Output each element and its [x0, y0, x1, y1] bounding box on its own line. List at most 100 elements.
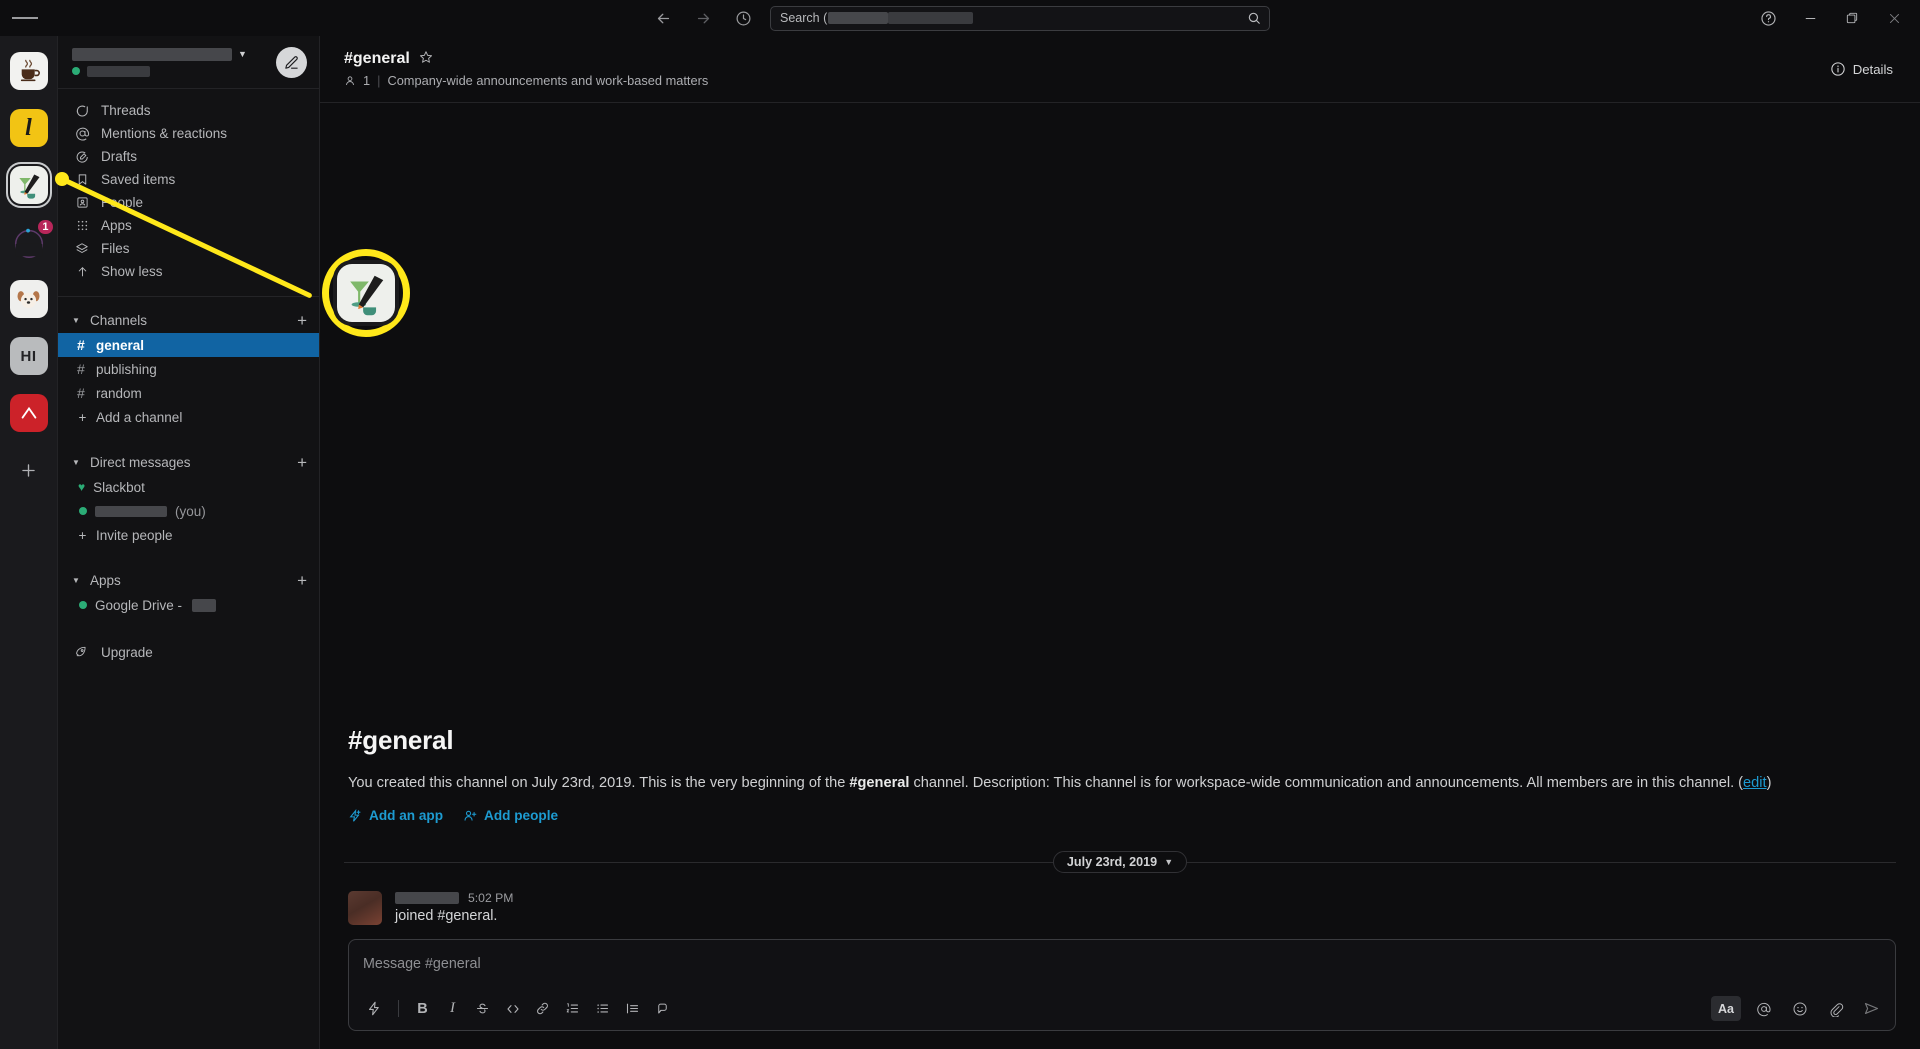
send-icon[interactable] — [1858, 996, 1885, 1021]
files-stack-icon — [74, 242, 90, 256]
heart-icon: ♥ — [78, 480, 85, 494]
intro-action-label: Add an app — [369, 808, 443, 823]
workspace-name-row[interactable]: ▼ — [72, 48, 276, 61]
workspace-icon-circle[interactable]: 1 — [10, 223, 48, 261]
apps-grid-icon — [74, 219, 90, 232]
user-presence-row[interactable] — [72, 66, 276, 77]
search-input[interactable]: Search ( — [770, 6, 1270, 31]
workspace-header[interactable]: ▼ — [58, 36, 319, 89]
sidebar-item-channel-random[interactable]: # random — [58, 381, 319, 405]
sidebar-item-label: People — [101, 195, 143, 210]
sidebar-item-label: Show less — [101, 264, 163, 279]
hash-icon: # — [77, 385, 88, 401]
workspace-icon-coffee[interactable] — [10, 52, 48, 90]
channel-label: Add a channel — [96, 410, 182, 425]
message-author-redacted[interactable] — [395, 892, 459, 904]
arrow-left-icon[interactable] — [650, 5, 676, 31]
workspace-icon-letter-l[interactable]: l — [10, 109, 48, 147]
sidebar-item-mentions[interactable]: Mentions & reactions — [58, 122, 319, 145]
ordered-list-icon[interactable] — [559, 996, 586, 1021]
add-people-button[interactable]: Add people — [463, 808, 558, 823]
meta-divider: | — [377, 73, 380, 88]
search-value: Search ( — [780, 11, 973, 25]
intro-title: #general — [348, 725, 1896, 756]
add-workspace-button[interactable] — [14, 455, 44, 485]
bulleted-list-icon[interactable] — [589, 996, 616, 1021]
sidebar-item-drafts[interactable]: Drafts — [58, 145, 319, 168]
sidebar-item-apps[interactable]: Apps — [58, 214, 319, 237]
intro-action-label: Add people — [484, 808, 558, 823]
sidebar-group-dms: ▼ Direct messages + ♥ Slackbot (you) + I… — [58, 449, 319, 547]
sidebar-item-upgrade[interactable]: Upgrade — [58, 639, 319, 665]
sidebar-item-saved[interactable]: Saved items — [58, 168, 319, 191]
add-an-app-button[interactable]: Add an app — [348, 808, 443, 823]
details-button[interactable]: Details — [1821, 56, 1902, 82]
workspace-icon-current[interactable] — [10, 166, 48, 204]
blockquote-icon[interactable] — [619, 996, 646, 1021]
code-block-icon[interactable] — [649, 996, 676, 1021]
group-header-dms[interactable]: ▼ Direct messages + — [58, 449, 319, 475]
star-icon[interactable] — [419, 50, 433, 68]
sidebar-item-threads[interactable]: Threads — [58, 99, 319, 122]
sidebar-item-add-channel[interactable]: + Add a channel — [58, 405, 319, 429]
dm-label: Slackbot — [93, 480, 145, 495]
formatting-icon[interactable]: Aa — [1711, 996, 1741, 1021]
workspace-name-col: ▼ — [72, 48, 276, 77]
compose-icon[interactable] — [276, 47, 307, 78]
sidebar-item-channel-general[interactable]: # general — [58, 333, 319, 357]
mention-icon[interactable] — [1750, 996, 1777, 1021]
code-icon[interactable] — [499, 996, 526, 1021]
arrow-right-icon[interactable] — [690, 5, 716, 31]
avatar[interactable] — [348, 891, 382, 925]
chevron-down-icon[interactable]: ▼ — [72, 576, 82, 585]
plus-icon[interactable]: + — [297, 454, 307, 471]
bold-icon[interactable]: B — [409, 996, 436, 1021]
chevron-down-icon[interactable]: ▼ — [72, 458, 82, 467]
italic-icon[interactable]: I — [439, 996, 466, 1021]
message-input[interactable]: Message #general — [349, 940, 1895, 990]
composer-toolbar: B I — [349, 990, 1895, 1030]
channel-intro: #general You created this channel on Jul… — [320, 725, 1920, 823]
slack-window: Search ( — [0, 0, 1920, 1049]
workspace-icon-dog[interactable] — [10, 280, 48, 318]
channel-topic[interactable]: Company-wide announcements and work-base… — [387, 73, 708, 88]
strikethrough-icon[interactable] — [469, 996, 496, 1021]
sidebar-item-files[interactable]: Files — [58, 237, 319, 260]
sidebar-item-people[interactable]: People — [58, 191, 319, 214]
message-composer[interactable]: Message #general B I — [348, 939, 1896, 1031]
clock-icon[interactable] — [730, 5, 756, 31]
workspace-icon-caret[interactable] — [10, 394, 48, 432]
drafts-icon — [74, 150, 90, 164]
message-timestamp[interactable]: 5:02 PM — [468, 891, 513, 905]
search-redacted-2 — [888, 12, 973, 24]
sidebar-item-invite-people[interactable]: + Invite people — [58, 523, 319, 547]
chevron-down-icon: ▼ — [1164, 857, 1173, 867]
sidebar-group-apps: ▼ Apps + Google Drive - — [58, 567, 319, 617]
group-header-channels[interactable]: ▼ Channels + — [58, 307, 319, 333]
plus-icon — [19, 461, 38, 480]
date-pill-button[interactable]: July 23rd, 2019 ▼ — [1053, 851, 1187, 873]
edit-link[interactable]: edit — [1743, 775, 1767, 791]
chevron-down-icon[interactable]: ▼ — [72, 316, 82, 325]
channel-title-row[interactable]: #general — [344, 50, 708, 68]
attachment-icon[interactable] — [1822, 996, 1849, 1021]
member-icon[interactable] — [344, 75, 356, 87]
group-title: Direct messages — [90, 455, 191, 470]
plus-icon[interactable]: + — [297, 312, 307, 329]
workspace-icon-hi[interactable]: HI — [10, 337, 48, 375]
chevron-down-icon[interactable]: ▼ — [238, 49, 247, 59]
sidebar-nav: Threads Mentions & reactions Drafts — [58, 89, 319, 287]
sidebar-item-show-less[interactable]: Show less — [58, 260, 319, 283]
sidebar-item-dm-slackbot[interactable]: ♥ Slackbot — [58, 475, 319, 499]
shortcuts-icon[interactable] — [361, 996, 388, 1021]
sidebar-item-app-google-drive[interactable]: Google Drive - — [58, 593, 319, 617]
emoji-icon[interactable] — [1786, 996, 1813, 1021]
sidebar-item-dm-self[interactable]: (you) — [58, 499, 319, 523]
search-icon[interactable] — [1247, 11, 1261, 25]
group-header-apps[interactable]: ▼ Apps + — [58, 567, 319, 593]
search-redacted-1 — [828, 12, 888, 24]
link-icon[interactable] — [529, 996, 556, 1021]
member-count[interactable]: 1 — [363, 73, 370, 88]
plus-icon[interactable]: + — [297, 572, 307, 589]
sidebar-item-channel-publishing[interactable]: # publishing — [58, 357, 319, 381]
